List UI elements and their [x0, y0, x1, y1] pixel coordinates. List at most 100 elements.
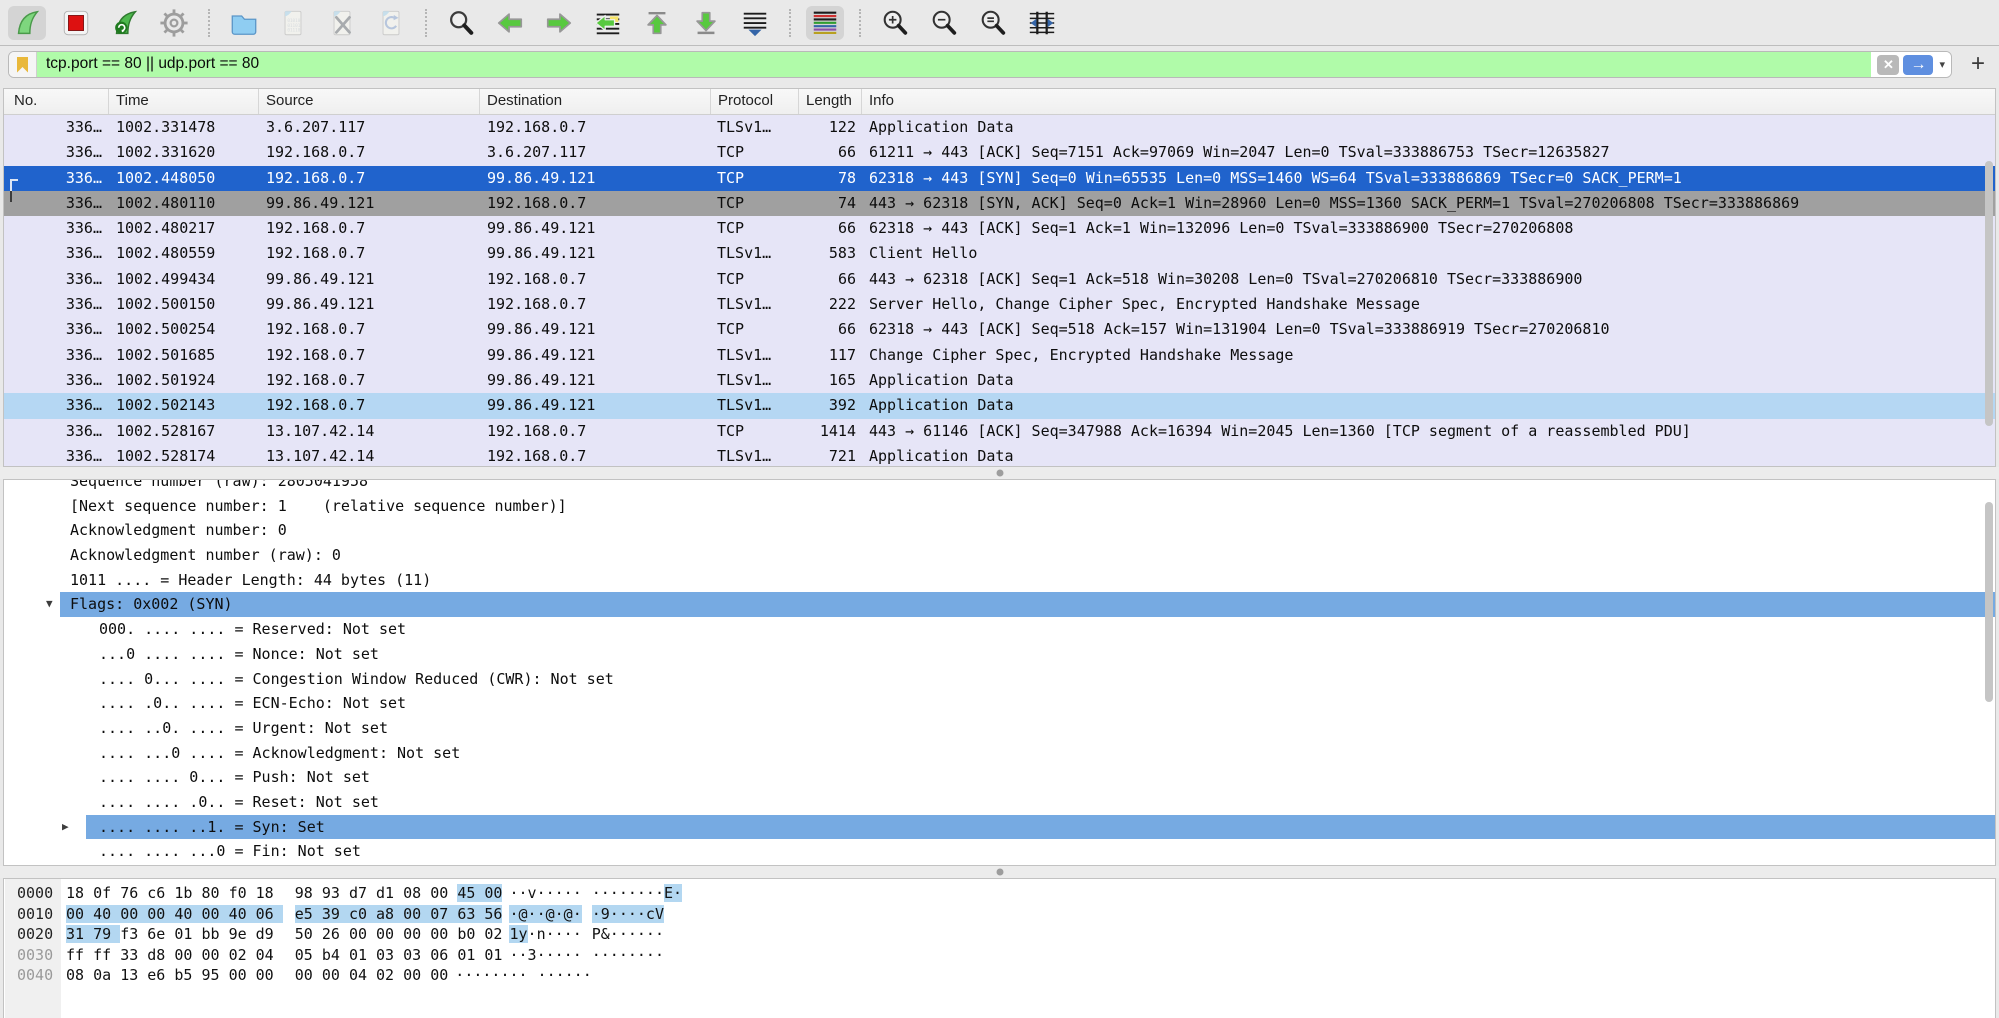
- detail-line[interactable]: 000. .... .... = Reserved: Not set: [4, 617, 1995, 642]
- stop-capture-button[interactable]: [57, 6, 95, 40]
- detail-line[interactable]: .... .... 0... = Push: Not set: [4, 765, 1995, 790]
- detail-line[interactable]: .... 0... .... = Congestion Window Reduc…: [4, 667, 1995, 692]
- packet-cell-info: Server Hello, Change Cipher Spec, Encryp…: [862, 292, 1995, 317]
- zoom-reset-button[interactable]: [974, 6, 1012, 40]
- zoom-out-button[interactable]: [925, 6, 963, 40]
- filter-add-button[interactable]: +: [1971, 52, 1985, 76]
- pane-splitter-bottom[interactable]: [0, 866, 1999, 878]
- packet-row[interactable]: 336…1002.501924192.168.0.799.86.49.121TL…: [4, 368, 1995, 393]
- packet-row[interactable]: 336…1002.3314783.6.207.117192.168.0.7TLS…: [4, 115, 1995, 140]
- first-packet-button[interactable]: [638, 6, 676, 40]
- find-packet-button[interactable]: [442, 6, 480, 40]
- hex-row[interactable]: 002031 79 f3 6e 01 bb 9e d9 50 26 00 00 …: [4, 924, 1995, 945]
- open-file-button[interactable]: [225, 6, 263, 40]
- packet-row[interactable]: 336…1002.480217192.168.0.799.86.49.121TC…: [4, 216, 1995, 241]
- hex-byte: 00: [430, 966, 448, 984]
- save-file-button[interactable]: 010100110101110: [274, 6, 312, 40]
- last-packet-icon: [691, 8, 721, 38]
- auto-scroll-button[interactable]: [736, 6, 774, 40]
- wireshark-window: 010100110101110 tcp.port == 80 || udp.po…: [0, 0, 1999, 1018]
- filter-dropdown-caret[interactable]: ▾: [1937, 58, 1947, 71]
- hex-row[interactable]: 004008 0a 13 e6 b5 95 00 00 00 00 04 02 …: [4, 965, 1995, 986]
- packet-cell-dst: 3.6.207.117: [480, 140, 711, 165]
- hex-byte: 00: [403, 966, 430, 984]
- detail-line[interactable]: .... .... ...0 = Fin: Not set: [4, 839, 1995, 864]
- packet-row[interactable]: 336…1002.331620192.168.0.73.6.207.117TCP…: [4, 140, 1995, 165]
- go-to-packet-button[interactable]: [589, 6, 627, 40]
- hex-row[interactable]: 000018 0f 76 c6 1b 80 f0 18 98 93 d7 d1 …: [4, 883, 1995, 904]
- packet-cell-proto: TCP: [711, 216, 799, 241]
- filter-clear-button[interactable]: ✕: [1877, 55, 1899, 75]
- packet-row[interactable]: 336…1002.49943499.86.49.121192.168.0.7TC…: [4, 267, 1995, 292]
- toolbar-separator: [425, 9, 427, 37]
- column-header-no[interactable]: No.: [4, 89, 109, 114]
- packet-row[interactable]: 336…1002.50015099.86.49.121192.168.0.7TL…: [4, 292, 1995, 317]
- packet-cell-dst: 99.86.49.121: [480, 317, 711, 342]
- packet-cell-info: Client Hello: [862, 241, 1995, 266]
- detail-line[interactable]: Acknowledgment number (raw): 0: [4, 543, 1995, 568]
- packet-row[interactable]: 336…1002.448050192.168.0.799.86.49.121TC…: [4, 166, 1995, 191]
- resize-columns-button[interactable]: [1023, 6, 1061, 40]
- hex-row[interactable]: 0030ff ff 33 d8 00 00 02 04 05 b4 01 03 …: [4, 945, 1995, 966]
- packet-cell-len: 78: [799, 166, 862, 191]
- column-header-destination[interactable]: Destination: [480, 89, 711, 114]
- column-header-length[interactable]: Length: [799, 89, 862, 114]
- expander-closed-icon[interactable]: ▶: [62, 815, 69, 840]
- packet-row[interactable]: 336…1002.480559192.168.0.799.86.49.121TL…: [4, 241, 1995, 266]
- detail-line[interactable]: .... ..0. .... = Urgent: Not set: [4, 716, 1995, 741]
- packet-cell-len: 66: [799, 140, 862, 165]
- packet-list-scrollbar[interactable]: [1985, 161, 1993, 426]
- detail-line[interactable]: ...0 .... .... = Nonce: Not set: [4, 642, 1995, 667]
- start-capture-button[interactable]: [8, 6, 46, 40]
- hex-row[interactable]: 001000 40 00 00 40 00 40 06 e5 39 c0 a8 …: [4, 904, 1995, 925]
- column-header-protocol[interactable]: Protocol: [711, 89, 799, 114]
- detail-line[interactable]: Sequence number (raw): 2805041958: [4, 479, 1995, 494]
- last-packet-button[interactable]: [687, 6, 725, 40]
- packet-cell-info: 61211 → 443 [ACK] Seq=7151 Ack=97069 Win…: [862, 140, 1995, 165]
- capture-options-button[interactable]: [155, 6, 193, 40]
- hex-byte: 6e: [147, 925, 174, 943]
- hex-byte: d8: [147, 946, 174, 964]
- packet-cell-proto: TLSv1…: [711, 343, 799, 368]
- detail-line[interactable]: Flags: 0x002 (SYN)▼: [4, 592, 1995, 617]
- packet-row[interactable]: 336…1002.52817413.107.42.14192.168.0.7TL…: [4, 444, 1995, 467]
- packet-row[interactable]: 336…1002.502143192.168.0.799.86.49.121TL…: [4, 393, 1995, 418]
- packet-cell-no: 336…: [4, 140, 109, 165]
- hex-byte: 40: [174, 905, 201, 923]
- hex-byte: 95: [201, 966, 228, 984]
- next-packet-button[interactable]: [540, 6, 578, 40]
- packet-row[interactable]: 336…1002.501685192.168.0.799.86.49.121TL…: [4, 343, 1995, 368]
- filter-apply-button[interactable]: →: [1903, 55, 1933, 75]
- packet-cell-info: Application Data: [862, 115, 1995, 140]
- detail-line[interactable]: Acknowledgment number: 0: [4, 518, 1995, 543]
- close-file-button[interactable]: [323, 6, 361, 40]
- packet-row[interactable]: 336…1002.500254192.168.0.799.86.49.121TC…: [4, 317, 1995, 342]
- filter-bookmark-button[interactable]: [9, 52, 37, 77]
- detail-line[interactable]: .... .... ..1. = Syn: Set▶: [4, 815, 1995, 840]
- packet-row[interactable]: 336…1002.48011099.86.49.121192.168.0.7TC…: [4, 191, 1995, 216]
- detail-line[interactable]: .... .0.. .... = ECN-Echo: Not set: [4, 691, 1995, 716]
- previous-packet-button[interactable]: [491, 6, 529, 40]
- display-filter-field[interactable]: tcp.port == 80 || udp.port == 80 ✕ → ▾: [8, 51, 1952, 78]
- detail-scrollbar[interactable]: [1985, 502, 1993, 702]
- colorize-packets-button[interactable]: [806, 6, 844, 40]
- expander-open-icon[interactable]: ▼: [46, 592, 53, 617]
- reload-file-button[interactable]: [372, 6, 410, 40]
- column-header-time[interactable]: Time: [109, 89, 259, 114]
- zoom-in-button[interactable]: [876, 6, 914, 40]
- detail-line[interactable]: .... .... .0.. = Reset: Not set: [4, 790, 1995, 815]
- packet-row[interactable]: 336…1002.52816713.107.42.14192.168.0.7TC…: [4, 419, 1995, 444]
- packet-cell-src: 99.86.49.121: [259, 267, 480, 292]
- detail-line[interactable]: 1011 .... = Header Length: 44 bytes (11): [4, 568, 1995, 593]
- packet-cell-info: Application Data: [862, 393, 1995, 418]
- packet-cell-info: 62318 → 443 [SYN] Seq=0 Win=65535 Len=0 …: [862, 166, 1995, 191]
- column-header-info[interactable]: Info: [862, 89, 1995, 114]
- detail-line[interactable]: [Next sequence number: 1 (relative seque…: [4, 494, 1995, 519]
- restart-capture-button[interactable]: [106, 6, 144, 40]
- detail-line[interactable]: .... ...0 .... = Acknowledgment: Not set: [4, 741, 1995, 766]
- column-header-source[interactable]: Source: [259, 89, 480, 114]
- pane-splitter-top[interactable]: [0, 467, 1999, 479]
- display-filter-input[interactable]: tcp.port == 80 || udp.port == 80: [37, 52, 1871, 77]
- start-capture-icon: [12, 8, 42, 38]
- packet-cell-src: 13.107.42.14: [259, 444, 480, 467]
